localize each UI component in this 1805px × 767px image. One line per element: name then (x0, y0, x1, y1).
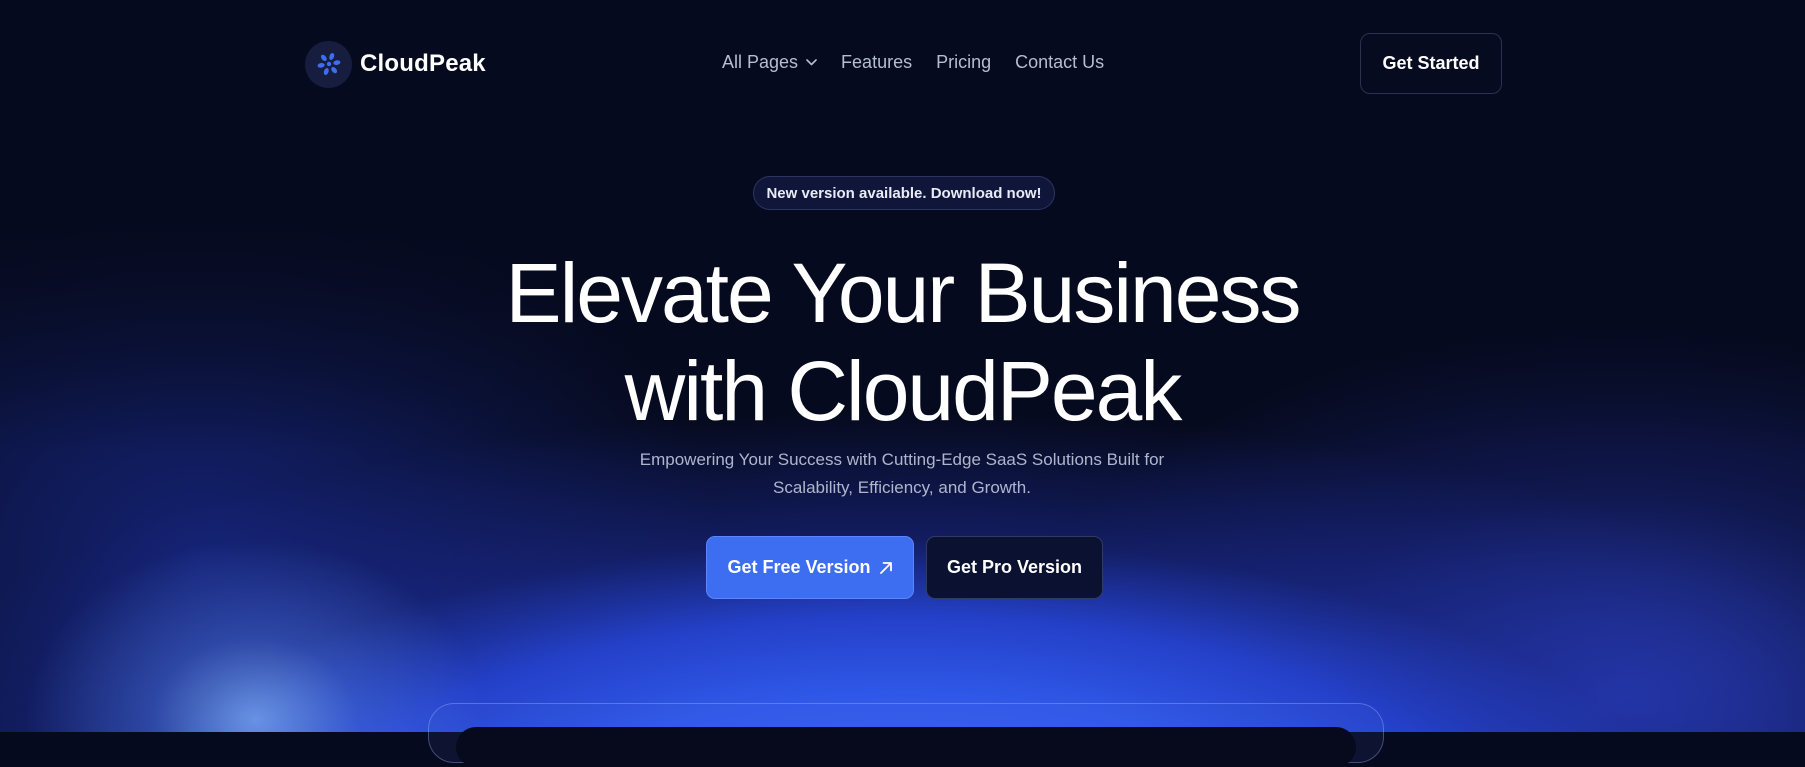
get-free-version-button[interactable]: Get Free Version (706, 536, 914, 599)
new-version-badge[interactable]: New version available. Download now! (753, 176, 1055, 210)
nav-item-label: All Pages (722, 52, 799, 72)
hero-title-line-1: Elevate Your Business (505, 246, 1302, 340)
product-preview-screen (456, 727, 1356, 767)
top-navigation: CloudPeak All Pages Features Pricing Con… (0, 0, 1805, 128)
chevron-down-icon (806, 59, 817, 66)
brand-name: CloudPeak (360, 50, 486, 77)
nav-item-features[interactable]: Features (841, 52, 912, 73)
hero-subtitle: Empowering Your Success with Cutting-Edg… (602, 446, 1202, 502)
nav-item-all-pages[interactable]: All Pages (722, 52, 817, 73)
arrow-up-right-icon (879, 561, 893, 575)
hero-title: Elevate Your Business with CloudPeak (0, 244, 1805, 440)
brand-logo[interactable]: CloudPeak (305, 40, 486, 88)
get-started-button[interactable]: Get Started (1360, 33, 1502, 94)
nav-item-pricing[interactable]: Pricing (936, 52, 991, 73)
hero-title-line-2: with CloudPeak (624, 344, 1183, 438)
main-menu: All Pages Features Pricing Contact Us (722, 52, 1128, 73)
hero-subtitle-line-1: Empowering Your Success with Cutting-Edg… (639, 450, 1165, 469)
get-pro-version-button[interactable]: Get Pro Version (926, 536, 1103, 599)
hero-subtitle-line-2: Scalability, Efficiency, and Growth. (773, 478, 1031, 497)
get-free-version-label: Get Free Version (727, 557, 871, 577)
nav-item-contact-us[interactable]: Contact Us (1015, 52, 1104, 73)
pinwheel-logo-icon (305, 40, 352, 88)
